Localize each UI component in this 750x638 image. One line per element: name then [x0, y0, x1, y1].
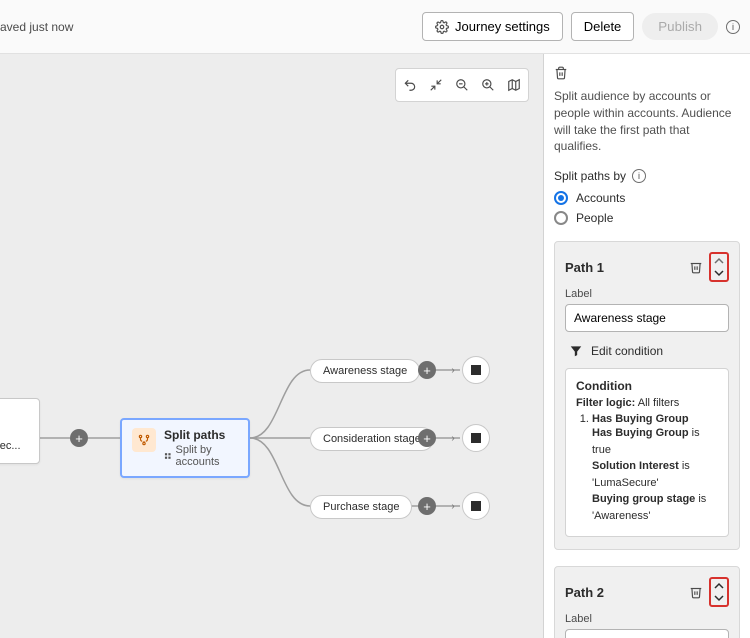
split-node-subtitle: Split by accounts: [164, 444, 238, 468]
entry-node-line: ent: [0, 425, 29, 437]
radio-accounts-label: Accounts: [576, 191, 625, 205]
gear-icon: [435, 20, 449, 34]
entry-node-line: umaSec...: [0, 440, 29, 452]
journey-settings-button[interactable]: Journey settings: [422, 12, 563, 41]
entry-node[interactable]: ring ent umaSec...: [0, 398, 40, 464]
path-1-block: Path 1 Label Edit condition Condition Fi…: [554, 241, 740, 550]
add-node-button[interactable]: +: [418, 429, 436, 447]
path-2-block: Path 2 Label Edit condition Condition Fi…: [554, 566, 740, 638]
reorder-controls: [709, 252, 729, 282]
radio-people-label: People: [576, 211, 613, 225]
delete-path-icon[interactable]: [689, 585, 703, 599]
end-node[interactable]: [462, 356, 490, 384]
journey-canvas[interactable]: ring ent umaSec... + Split paths Split b…: [0, 54, 544, 638]
split-node-title: Split paths: [164, 428, 238, 442]
properties-panel: Split audience by accounts or people wit…: [544, 54, 750, 638]
saved-status: aved just now: [0, 20, 73, 34]
path-2-title: Path 2: [565, 585, 604, 600]
label-field-label: Label: [565, 288, 729, 300]
info-icon[interactable]: i: [632, 169, 646, 183]
end-node[interactable]: [462, 492, 490, 520]
radio-people[interactable]: People: [554, 211, 740, 225]
path-pill-consideration[interactable]: Consideration stage: [310, 427, 434, 451]
split-icon: [132, 428, 156, 452]
reorder-controls: [709, 577, 729, 607]
journey-settings-label: Journey settings: [455, 19, 550, 34]
split-by-label: Split paths by: [554, 169, 626, 183]
delete-button[interactable]: Delete: [571, 12, 635, 41]
path-1-label-input[interactable]: [565, 304, 729, 332]
chevron-right-icon: ›: [446, 431, 460, 445]
label-field-label: Label: [565, 613, 729, 625]
path-2-label-input[interactable]: [565, 629, 729, 638]
move-up-button[interactable]: [713, 256, 725, 266]
add-node-button[interactable]: +: [418, 497, 436, 515]
publish-button: Publish: [642, 13, 718, 40]
stop-icon: [471, 501, 481, 511]
end-node[interactable]: [462, 424, 490, 452]
edit-condition-label: Edit condition: [591, 344, 663, 358]
path-pill-awareness[interactable]: Awareness stage: [310, 359, 420, 383]
chevron-right-icon: ›: [446, 499, 460, 513]
move-down-button[interactable]: [713, 268, 725, 278]
delete-icon[interactable]: [554, 66, 568, 80]
condition-summary: Condition Filter logic: All filters Has …: [565, 368, 729, 537]
filter-icon: [569, 344, 583, 358]
path-1-title: Path 1: [565, 260, 604, 275]
edit-condition-button[interactable]: Edit condition: [569, 344, 729, 358]
stop-icon: [471, 365, 481, 375]
move-down-button[interactable]: [713, 593, 725, 603]
path-pill-purchase[interactable]: Purchase stage: [310, 495, 412, 519]
panel-description: Split audience by accounts or people wit…: [554, 88, 740, 155]
chevron-right-icon: ›: [446, 363, 460, 377]
stop-icon: [471, 433, 481, 443]
radio-accounts[interactable]: Accounts: [554, 191, 740, 205]
move-up-button[interactable]: [713, 581, 725, 591]
delete-path-icon[interactable]: [689, 260, 703, 274]
add-node-button[interactable]: +: [418, 361, 436, 379]
split-paths-node[interactable]: Split paths Split by accounts: [120, 418, 250, 478]
add-node-button[interactable]: +: [70, 429, 88, 447]
entry-node-title: ring: [0, 410, 29, 422]
info-icon[interactable]: i: [726, 20, 740, 34]
